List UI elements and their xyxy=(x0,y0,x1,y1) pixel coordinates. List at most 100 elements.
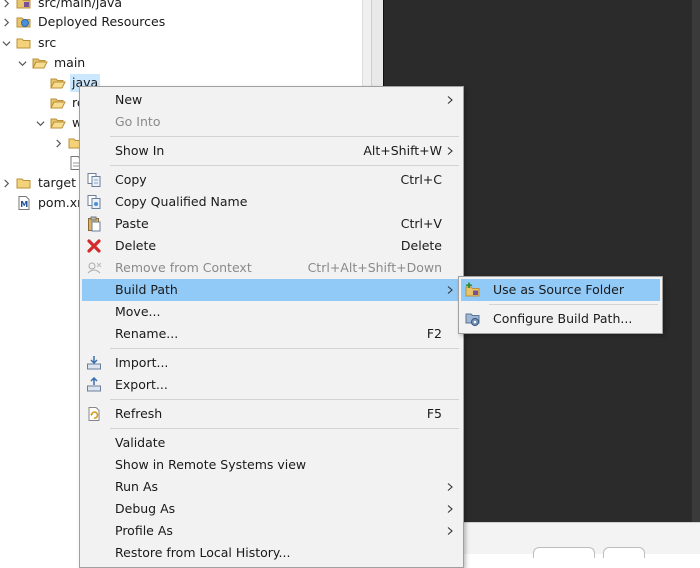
menu-item-paste[interactable]: Paste Ctrl+V xyxy=(82,213,461,235)
collapse-arrow-icon[interactable] xyxy=(0,37,12,49)
editor-vertical-scrollbar[interactable] xyxy=(692,0,700,522)
deployed-resources-icon xyxy=(16,17,31,28)
maven-pom-icon: M xyxy=(18,196,30,210)
source-folder-add-icon xyxy=(465,282,480,297)
svg-text:M: M xyxy=(20,200,28,209)
menu-item-show-in[interactable]: Show In Alt+Shift+W xyxy=(82,140,461,162)
tree-item-label: src/main/java xyxy=(38,0,123,10)
source-folder-icon xyxy=(16,0,31,9)
menu-item-label: Move... xyxy=(115,304,161,319)
menu-item-label: Build Path xyxy=(115,282,178,297)
tree-item-label: Deployed Resources xyxy=(38,14,166,29)
collapse-arrow-icon[interactable] xyxy=(16,57,28,69)
menu-item-new[interactable]: New xyxy=(82,89,461,111)
menu-item-label: Run As xyxy=(115,479,159,494)
menu-item-configure-build-path[interactable]: Configure Build Path... xyxy=(461,308,660,330)
menu-separator xyxy=(110,165,459,166)
expand-arrow-icon[interactable] xyxy=(52,137,64,149)
build-path-submenu: Use as Source Folder Configure Build Pat… xyxy=(458,276,663,334)
menu-item-profile-as[interactable]: Profile As xyxy=(82,520,461,542)
menu-item-shortcut: Ctrl+Alt+Shift+Down xyxy=(307,260,442,275)
menu-item-go-into[interactable]: Go Into xyxy=(82,111,461,133)
menu-item-label: Export... xyxy=(115,377,168,392)
menu-item-label: Debug As xyxy=(115,501,176,516)
menu-item-label: Rename... xyxy=(115,326,179,341)
menu-item-move[interactable]: Move... xyxy=(82,301,461,323)
tree-item-w[interactable]: w xyxy=(34,113,84,133)
menu-item-import[interactable]: Import... xyxy=(82,352,461,374)
menu-item-refresh[interactable]: Refresh F5 xyxy=(82,403,461,425)
menu-item-shortcut: F5 xyxy=(426,406,442,421)
expand-arrow-icon[interactable] xyxy=(0,177,12,189)
menu-item-run-as[interactable]: Run As xyxy=(82,476,461,498)
delete-icon xyxy=(87,239,101,253)
menu-item-shortcut: F2 xyxy=(426,326,442,341)
menu-item-label: Configure Build Path... xyxy=(493,311,633,326)
remove-context-icon xyxy=(87,262,102,274)
submenu-arrow-icon xyxy=(447,483,453,491)
menu-item-shortcut: Alt+Shift+W xyxy=(363,143,442,158)
configure-build-path-icon xyxy=(465,313,480,327)
menu-separator xyxy=(489,304,658,305)
menu-item-shortcut: Ctrl+C xyxy=(400,172,442,187)
tree-item-src[interactable]: src xyxy=(0,33,58,53)
tree-item-label: src xyxy=(38,35,57,50)
tree-item-main[interactable]: main xyxy=(16,53,87,73)
menu-separator xyxy=(110,348,459,349)
submenu-arrow-icon xyxy=(447,96,453,104)
menu-item-label: Show in Remote Systems view xyxy=(115,457,307,472)
menu-item-label: Copy xyxy=(115,172,147,187)
menu-item-copy-qualified-name[interactable]: Copy Qualified Name xyxy=(82,191,461,213)
menu-item-rename[interactable]: Rename... F2 xyxy=(82,323,461,345)
menu-item-label: New xyxy=(115,92,143,107)
folder-open-icon xyxy=(50,118,66,129)
menu-item-export[interactable]: Export... xyxy=(82,374,461,396)
submenu-arrow-icon xyxy=(447,147,453,155)
menu-item-label: Import... xyxy=(115,355,169,370)
menu-item-label: Refresh xyxy=(115,406,163,421)
refresh-icon xyxy=(88,407,100,421)
expand-arrow-icon[interactable] xyxy=(0,16,12,28)
menu-item-remove-from-context[interactable]: Remove from Context Ctrl+Alt+Shift+Down xyxy=(82,257,461,279)
tree-item-deployed-resources[interactable]: Deployed Resources xyxy=(0,12,167,32)
menu-item-label: Show In xyxy=(115,143,165,158)
menu-item-build-path[interactable]: Build Path xyxy=(82,279,461,301)
folder-open-icon xyxy=(50,98,66,109)
context-menu: New Go Into Show In Alt+Shift+W Copy Ctr… xyxy=(79,86,464,568)
tree-item-label: target xyxy=(38,175,77,190)
submenu-arrow-icon xyxy=(447,286,453,294)
expand-arrow-icon[interactable] xyxy=(0,0,12,9)
menu-item-delete[interactable]: Delete Delete xyxy=(82,235,461,257)
copy-qualified-name-icon xyxy=(87,195,101,209)
folder-open-icon xyxy=(32,58,48,69)
menu-item-validate[interactable]: Validate xyxy=(82,432,461,454)
menu-item-label: Restore from Local History... xyxy=(115,545,291,560)
menu-item-label: Go Into xyxy=(115,114,161,129)
submenu-arrow-icon xyxy=(447,527,453,535)
menu-item-debug-as[interactable]: Debug As xyxy=(82,498,461,520)
collapse-arrow-icon[interactable] xyxy=(34,117,46,129)
paste-icon xyxy=(88,216,101,232)
menu-item-label: Paste xyxy=(115,216,149,231)
menu-item-label: Copy Qualified Name xyxy=(115,194,248,209)
menu-item-label: Delete xyxy=(115,238,157,253)
menu-separator xyxy=(110,136,459,137)
copy-icon xyxy=(87,173,101,187)
export-icon xyxy=(87,377,101,392)
tree-item-label: main xyxy=(54,55,86,70)
folder-icon xyxy=(16,38,31,49)
tree-item-target[interactable]: target xyxy=(0,173,78,193)
submenu-arrow-icon xyxy=(447,505,453,513)
menu-item-label: Profile As xyxy=(115,523,173,538)
menu-separator xyxy=(110,428,459,429)
menu-separator xyxy=(110,399,459,400)
menu-item-restore-from-local-history[interactable]: Restore from Local History... xyxy=(82,542,461,564)
menu-item-shortcut: Ctrl+V xyxy=(400,216,442,231)
menu-item-copy[interactable]: Copy Ctrl+C xyxy=(82,169,461,191)
tree-item-pom-xml[interactable]: M pom.xm xyxy=(0,193,91,213)
menu-item-label: Remove from Context xyxy=(115,260,252,275)
folder-icon xyxy=(16,178,31,189)
menu-item-show-in-remote-systems-view[interactable]: Show in Remote Systems view xyxy=(82,454,461,476)
menu-item-shortcut: Delete xyxy=(400,238,442,253)
menu-item-use-as-source-folder[interactable]: Use as Source Folder xyxy=(461,279,660,301)
